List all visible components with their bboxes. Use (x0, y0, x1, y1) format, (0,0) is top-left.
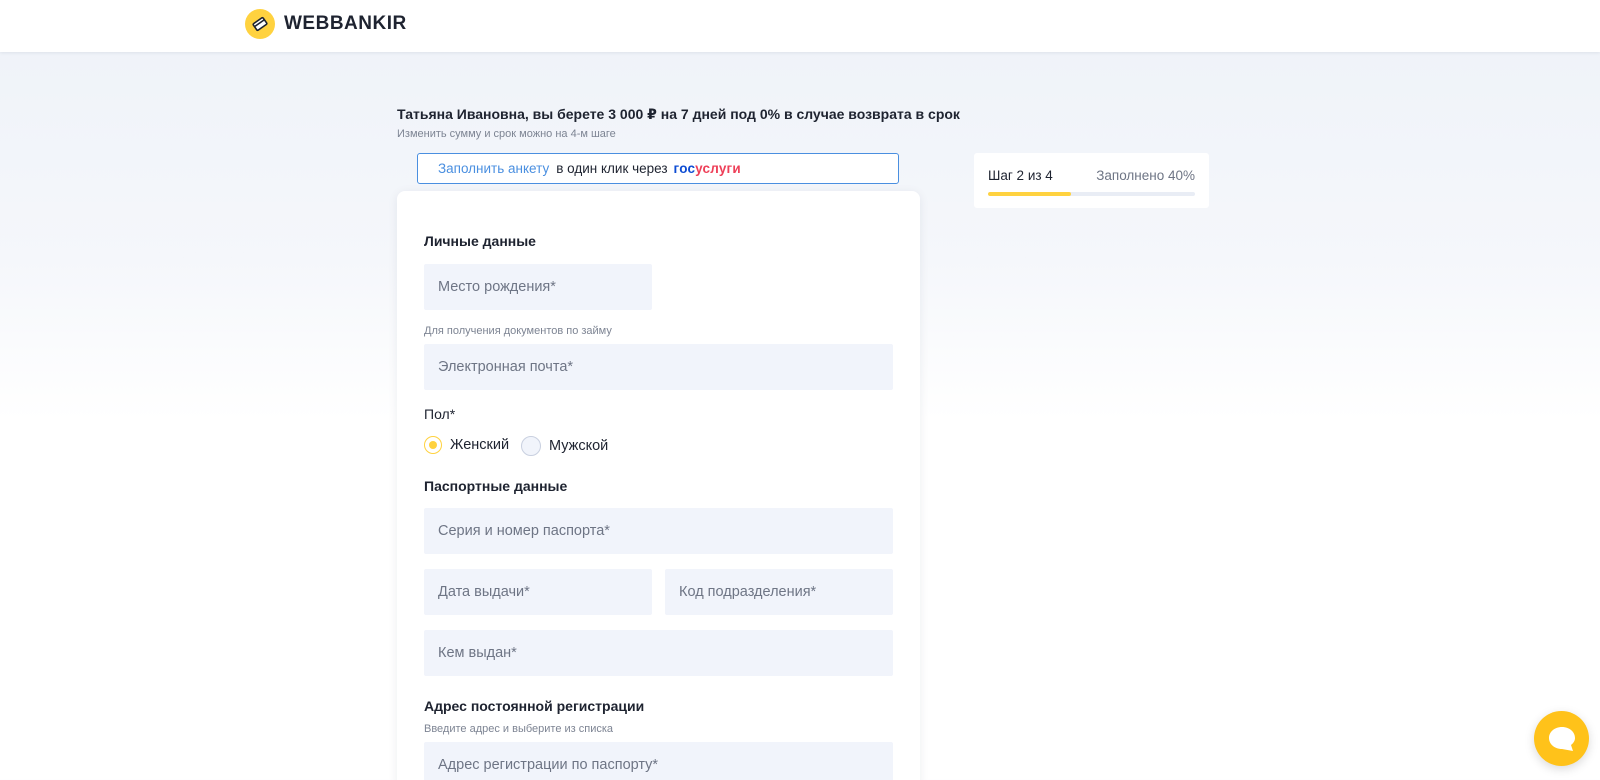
filled-percent: Заполнено 40% (1096, 168, 1195, 183)
radio-checked-icon (424, 436, 442, 454)
personal-data-title: Личные данные (424, 233, 536, 249)
gosuslugi-text: в один клик через (556, 161, 668, 176)
gender-male-radio[interactable]: Мужской (521, 436, 608, 456)
progress-bar (988, 192, 1195, 196)
gosuslugi-logo-part2: услуги (695, 161, 741, 176)
logo[interactable]: WEBBANKIR (245, 9, 407, 39)
registration-address-input[interactable] (424, 742, 893, 780)
birthplace-input[interactable] (424, 264, 652, 310)
passport-data-title: Паспортные данные (424, 478, 568, 494)
email-input[interactable] (424, 344, 893, 390)
chat-button[interactable] (1534, 711, 1589, 766)
gender-female-radio[interactable]: Женский (424, 436, 509, 454)
issued-by-input[interactable] (424, 630, 893, 676)
header: WEBBANKIR (0, 0, 1600, 52)
gosuslugi-banner: Заполнить анкету в один клик через госус… (417, 153, 899, 184)
issue-date-input[interactable] (424, 569, 652, 615)
step-indicator: Шаг 2 из 4 (988, 168, 1053, 183)
chat-bubble-icon (1548, 726, 1575, 751)
division-code-input[interactable] (665, 569, 893, 615)
registration-hint: Введите адрес и выберите из списка (424, 723, 614, 735)
gender-male-label: Мужской (549, 438, 609, 454)
webbankir-logo-icon (245, 9, 275, 39)
registration-address-title: Адрес постоянной регистрации (424, 698, 645, 714)
loan-summary-title: Татьяна Ивановна, вы берете 3 000 ₽ на 7… (397, 106, 960, 122)
email-hint: Для получения документов по займу (424, 325, 612, 337)
fill-form-link[interactable]: Заполнить анкету (438, 161, 549, 176)
gosuslugi-logo-part1: гос (673, 161, 696, 176)
application-form-card: Личные данные Для получения документов п… (397, 191, 920, 780)
step-progress-card: Шаг 2 из 4 Заполнено 40% (974, 153, 1209, 208)
radio-unchecked-icon (521, 436, 541, 456)
loan-summary-subtitle: Изменить сумму и срок можно на 4-м шаге (397, 128, 616, 140)
passport-series-input[interactable] (424, 508, 893, 554)
gender-label: Пол* (424, 406, 456, 422)
gosuslugi-logo[interactable]: госуслуги (674, 161, 741, 176)
progress-bar-fill (988, 192, 1071, 196)
logo-text: WEBBANKIR (284, 13, 407, 34)
gender-female-label: Женский (450, 437, 510, 453)
